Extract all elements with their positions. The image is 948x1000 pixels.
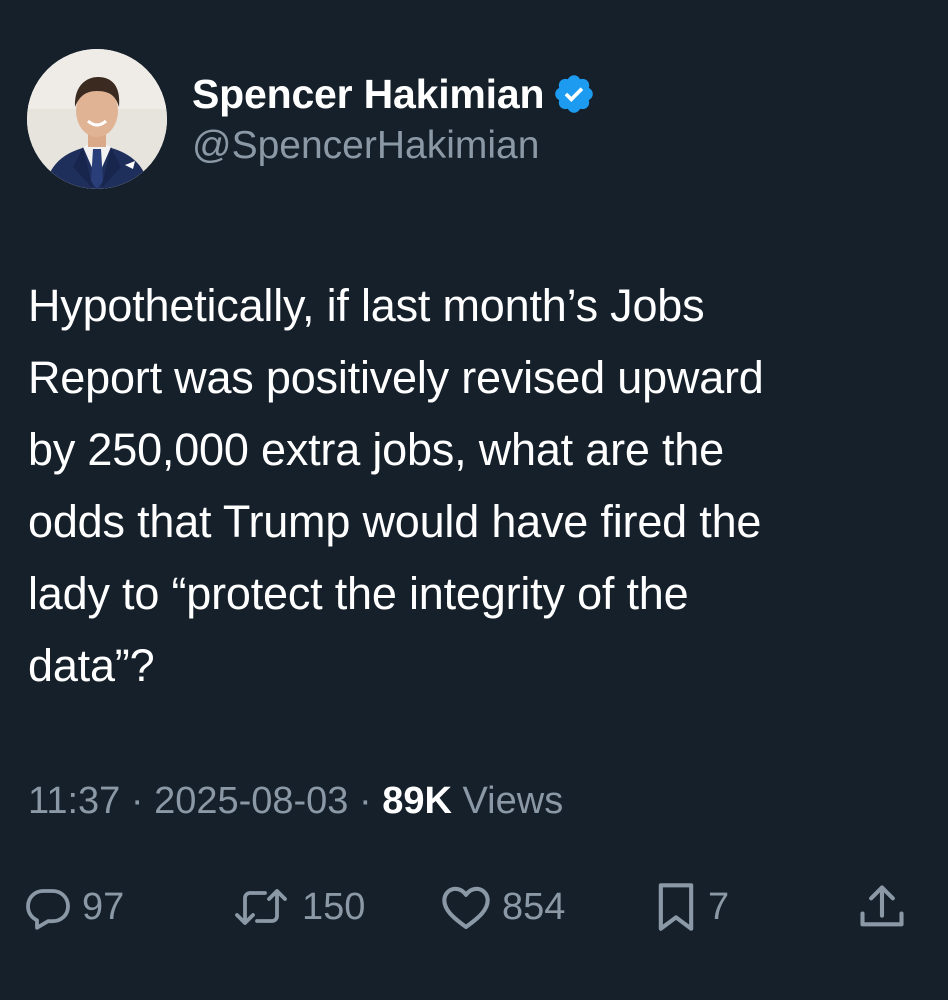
reply-button[interactable]: 97 bbox=[24, 872, 124, 942]
share-icon bbox=[860, 885, 904, 927]
tweet-metadata: 11:37 · 2025-08-03 · 89K Views bbox=[28, 780, 563, 823]
retweet-button[interactable]: 150 bbox=[230, 872, 365, 942]
share-button[interactable] bbox=[856, 872, 908, 942]
views-count[interactable]: 89K bbox=[382, 780, 452, 822]
bookmark-button[interactable]: 7 bbox=[654, 872, 729, 942]
tweet-date[interactable]: 2025-08-03 bbox=[154, 780, 348, 822]
action-bar: 97 150 854 7 bbox=[0, 872, 948, 942]
meta-separator: · bbox=[120, 780, 155, 822]
avatar-image bbox=[27, 49, 167, 189]
meta-separator: · bbox=[348, 780, 383, 822]
bookmark-count: 7 bbox=[708, 885, 730, 928]
like-button[interactable]: 854 bbox=[440, 872, 565, 942]
avatar[interactable] bbox=[27, 49, 167, 189]
author-display-name[interactable]: Spencer Hakimian bbox=[192, 71, 544, 118]
tweet-text: Hypothetically, if last month’s Jobs Rep… bbox=[28, 280, 764, 691]
views-label: Views bbox=[451, 780, 564, 822]
tweet-time[interactable]: 11:37 bbox=[28, 780, 120, 822]
bookmark-icon bbox=[658, 883, 694, 931]
author-handle[interactable]: @SpencerHakimian bbox=[192, 124, 596, 168]
verified-badge-icon[interactable] bbox=[552, 72, 596, 116]
retweet-icon bbox=[235, 889, 287, 925]
like-count: 854 bbox=[502, 885, 566, 928]
author-info: Spencer Hakimian @SpencerHakimian bbox=[192, 71, 596, 168]
tweet-header: Spencer Hakimian @SpencerHakimian bbox=[27, 49, 596, 189]
reply-count: 97 bbox=[82, 885, 125, 928]
reply-icon bbox=[26, 889, 70, 930]
like-icon bbox=[442, 886, 490, 929]
retweet-count: 150 bbox=[302, 885, 366, 928]
author-name-row: Spencer Hakimian bbox=[192, 71, 596, 118]
